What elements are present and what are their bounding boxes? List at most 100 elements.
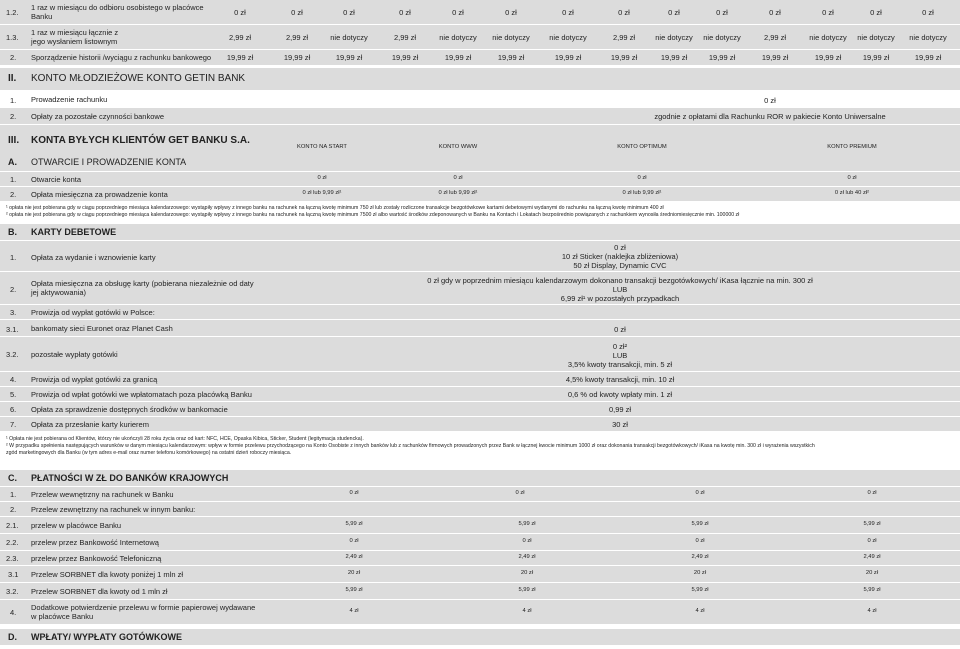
row-value: 0,99 zł	[608, 405, 632, 414]
value-cell: 0 zł	[343, 8, 355, 17]
row-number: 1.2.	[6, 8, 19, 17]
value-cell: 4 zł	[695, 608, 705, 614]
row-label: Opłata za sprawdzenie dostępnych środków…	[31, 405, 228, 414]
section-title: WPŁATY/ WYPŁATY GOTÓWKOWE	[31, 632, 182, 642]
value-cell: 0 zł	[452, 8, 464, 17]
row-label: Przelew wewnętrzny na rachunek w Banku	[31, 490, 174, 499]
row-number: 1.	[10, 96, 17, 105]
value-cell: nie dotyczy	[549, 33, 587, 42]
col-header-www: KONTO WWW	[438, 144, 478, 150]
col-header-premium: KONTO PREMIUM	[827, 144, 877, 150]
value-cell: 2,49 zł	[863, 554, 881, 560]
value-cell: 2,99 zł	[228, 33, 252, 42]
row-label: Sporządzenie historii /wyciągu z rachunk…	[31, 53, 212, 62]
c-row-3-1: 3.1 Przelew SORBNET dla kwoty poniżej 1 …	[0, 566, 960, 582]
row-number: 2.	[10, 112, 17, 121]
value-cell: 0 zł	[234, 8, 246, 17]
row-number: 6.	[10, 405, 17, 414]
value-cell: 0 zł	[867, 490, 877, 496]
row-label: 1 raz w miesiącu do odbioru osobistego w…	[31, 3, 204, 21]
value-cell: 0 zł	[515, 490, 525, 496]
value-cell: 0 zł lub 40 zł²	[834, 190, 870, 196]
row-number: 4.	[10, 375, 17, 384]
value-cell: 5,99 zł	[518, 521, 536, 527]
value-cell: 0 zł	[867, 538, 877, 544]
footnote-a-1: ¹ opłata nie jest pobierana gdy w ciągu …	[6, 205, 664, 211]
section-title: KONTO MŁODZIEŻOWE KONTO GETIN BANK	[31, 73, 246, 84]
value-cell: nie dotyczy	[439, 33, 477, 42]
row-number: 1.	[10, 490, 17, 499]
row-number: 3.2.	[6, 587, 19, 596]
value-cell: 0 zł	[769, 8, 781, 17]
value-cell: 0 zł	[399, 8, 411, 17]
b-row-1: 1. Opłata za wydanie i wznowienie karty …	[0, 241, 960, 271]
row-label: Przelew zewnętrzny na rachunek w innym b…	[31, 505, 196, 514]
b-row-3: 3. Prowizja od wypłat gotówki w Polsce:	[0, 305, 960, 319]
value-cell: 0 zł	[716, 8, 728, 17]
section-d-header: D. WPŁATY/ WYPŁATY GOTÓWKOWE	[0, 629, 960, 645]
row-label: Prowizja od wypłat gotówki w Polsce:	[31, 308, 155, 317]
row-number: 3.1.	[6, 325, 19, 334]
value-cell: nie dotyczy	[809, 33, 847, 42]
section-c-header: C. PŁATNOŚCI W ZŁ DO BANKÓW KRAJOWYCH	[0, 470, 960, 486]
value-cell: 0 zł	[349, 538, 359, 544]
row-number: 2.	[10, 285, 17, 294]
value-cell: 2,99 zł	[285, 33, 309, 42]
section-title: PŁATNOŚCI W ZŁ DO BANKÓW KRAJOWYCH	[31, 473, 229, 483]
section-a-header: A. OTWARCIE I PROWADZENIE KONTA	[0, 155, 960, 171]
section-b-header: B. KARTY DEBETOWE	[0, 224, 960, 240]
row-number: 1.3.	[6, 33, 19, 42]
value-cell: 19,99 zł	[708, 53, 736, 62]
row-label: Prowadzenie rachunku	[31, 95, 108, 104]
value-cell: 19,99 zł	[497, 53, 525, 62]
value-cell: 0 zł	[522, 538, 532, 544]
value-cell: 0 zł	[822, 8, 834, 17]
row-label: Opłata miesięczna za obsługę karty (pobi…	[31, 279, 254, 297]
section-number: III.	[8, 135, 20, 146]
row-number: 2.	[10, 505, 17, 514]
section-number: D.	[8, 632, 17, 642]
value-cell: 19,99 zł	[335, 53, 363, 62]
row-value: 0 zł	[764, 96, 776, 105]
row-label: Prowizja od wpłat gotówki we wpłatomatac…	[31, 390, 252, 399]
row-label: Dodatkowe potwierdzenie przelewu w formi…	[31, 603, 256, 621]
c-row-2: 2. Przelew zewnętrzny na rachunek w inny…	[0, 502, 960, 516]
value-cell: 2,99 zł	[612, 33, 636, 42]
value-cell: 0 zł	[291, 8, 303, 17]
value-cell: 0 zł	[349, 490, 359, 496]
row-value-line: LUB	[612, 351, 628, 360]
section-number: A.	[8, 157, 17, 167]
value-cell: 19,99 zł	[444, 53, 472, 62]
section-title: KONTA BYŁYCH KLIENTÓW GET BANKU S.A.	[31, 135, 250, 146]
value-cell: 19,99 zł	[226, 53, 254, 62]
value-cell: 5,99 zł	[691, 587, 709, 593]
row-number: 2.	[10, 190, 17, 199]
b-row-6: 6. Opłata za sprawdzenie dostępnych środ…	[0, 402, 960, 416]
value-cell: 5,99 zł	[345, 521, 363, 527]
row-value-line: 3,5% kwoty transakcji, min. 5 zł	[567, 360, 673, 369]
value-cell: 4 zł	[867, 608, 877, 614]
row-value-line: 6,99 zł¹ w pozostałych przypadkach	[560, 294, 680, 303]
section-number: B.	[8, 227, 17, 237]
c-row-2-3: 2.3. przelew przez Bankowość Telefoniczn…	[0, 551, 960, 565]
c-row-3-2: 3.2. Przelew SORBNET dla kwoty od 1 mln …	[0, 583, 960, 599]
value-cell: 2,49 zł	[518, 554, 536, 560]
value-cell: 19,99 zł	[862, 53, 890, 62]
row-1-3: 1.3. 1 raz w miesiącu łącznie z jego wys…	[0, 25, 960, 49]
row-number: 3.	[10, 308, 17, 317]
c-row-2-1: 2.1. przelew w placówce Banku 5,99 zł 5,9…	[0, 517, 960, 533]
c-row-2-2: 2.2. przelew przez Bankowość Internetową…	[0, 534, 960, 550]
row-value-line: 0 zł gdy w poprzednim miesiącu kalendarz…	[427, 276, 813, 285]
row-label: Prowizja od wypłat gotówki za granicą	[31, 375, 158, 384]
value-cell: 5,99 zł	[345, 587, 363, 593]
value-cell: 19,99 zł	[660, 53, 688, 62]
value-cell: nie dotyczy	[655, 33, 693, 42]
section-title: KARTY DEBETOWE	[31, 227, 117, 237]
row-number: 7.	[10, 420, 17, 429]
value-cell: 4 zł	[522, 608, 532, 614]
value-cell: 0 zł	[637, 175, 647, 181]
value-cell: 0 zł lub 9,99 zł¹	[622, 190, 662, 196]
footnote-b-2: ² W przypadku spełnienia następujących w…	[6, 443, 815, 449]
value-cell: 19,99 zł	[814, 53, 842, 62]
b-row-3-2: 3.2. pozostałe wypłaty gotówki 0 zł² LUB…	[0, 337, 960, 371]
